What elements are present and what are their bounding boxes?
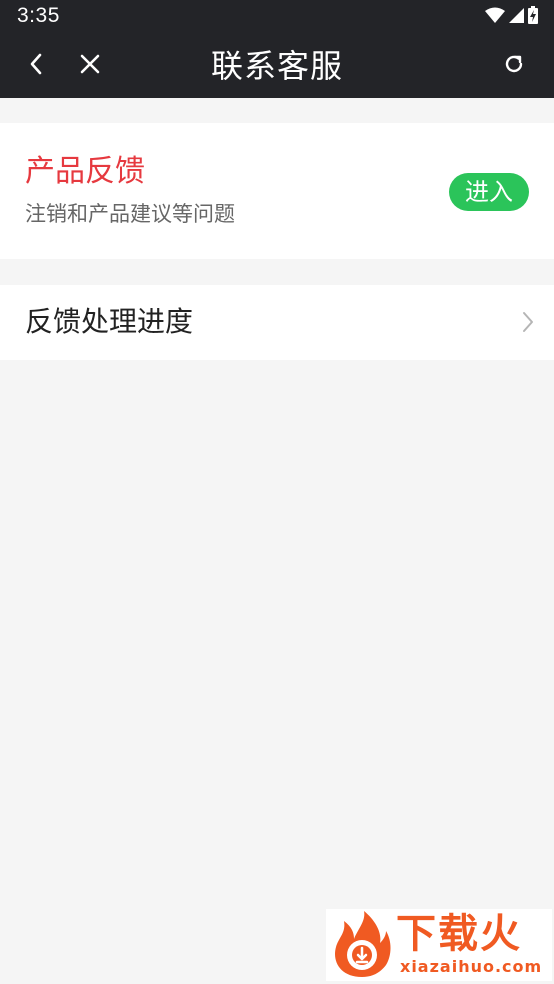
refresh-button[interactable]	[494, 46, 534, 86]
enter-button[interactable]: 进入	[449, 173, 529, 211]
product-feedback-subtitle: 注销和产品建议等问题	[25, 202, 235, 226]
status-bar: 3:35	[0, 0, 554, 34]
wifi-icon	[485, 7, 505, 27]
flame-logo-icon	[330, 911, 394, 983]
product-feedback-card: 产品反馈 注销和产品建议等问题 进入	[0, 123, 554, 259]
battery-charging-icon	[528, 6, 538, 28]
status-icons	[485, 6, 538, 28]
top-nav-bar: 联系客服	[0, 34, 554, 98]
refresh-icon	[503, 53, 525, 79]
product-feedback-title: 产品反馈	[25, 154, 145, 189]
signal-icon	[509, 7, 524, 27]
feedback-progress-item[interactable]: 反馈处理进度	[0, 285, 554, 360]
status-time: 3:35	[17, 4, 60, 27]
watermark-logo: 下载火 xiazaihuo.com	[326, 909, 552, 981]
watermark-text-cn: 下载火	[396, 911, 522, 957]
watermark-text-en: xiazaihuo.com	[400, 957, 543, 976]
page-title: 联系客服	[210, 47, 343, 85]
feedback-progress-label: 反馈处理进度	[25, 305, 194, 338]
chevron-right-icon	[522, 311, 534, 337]
